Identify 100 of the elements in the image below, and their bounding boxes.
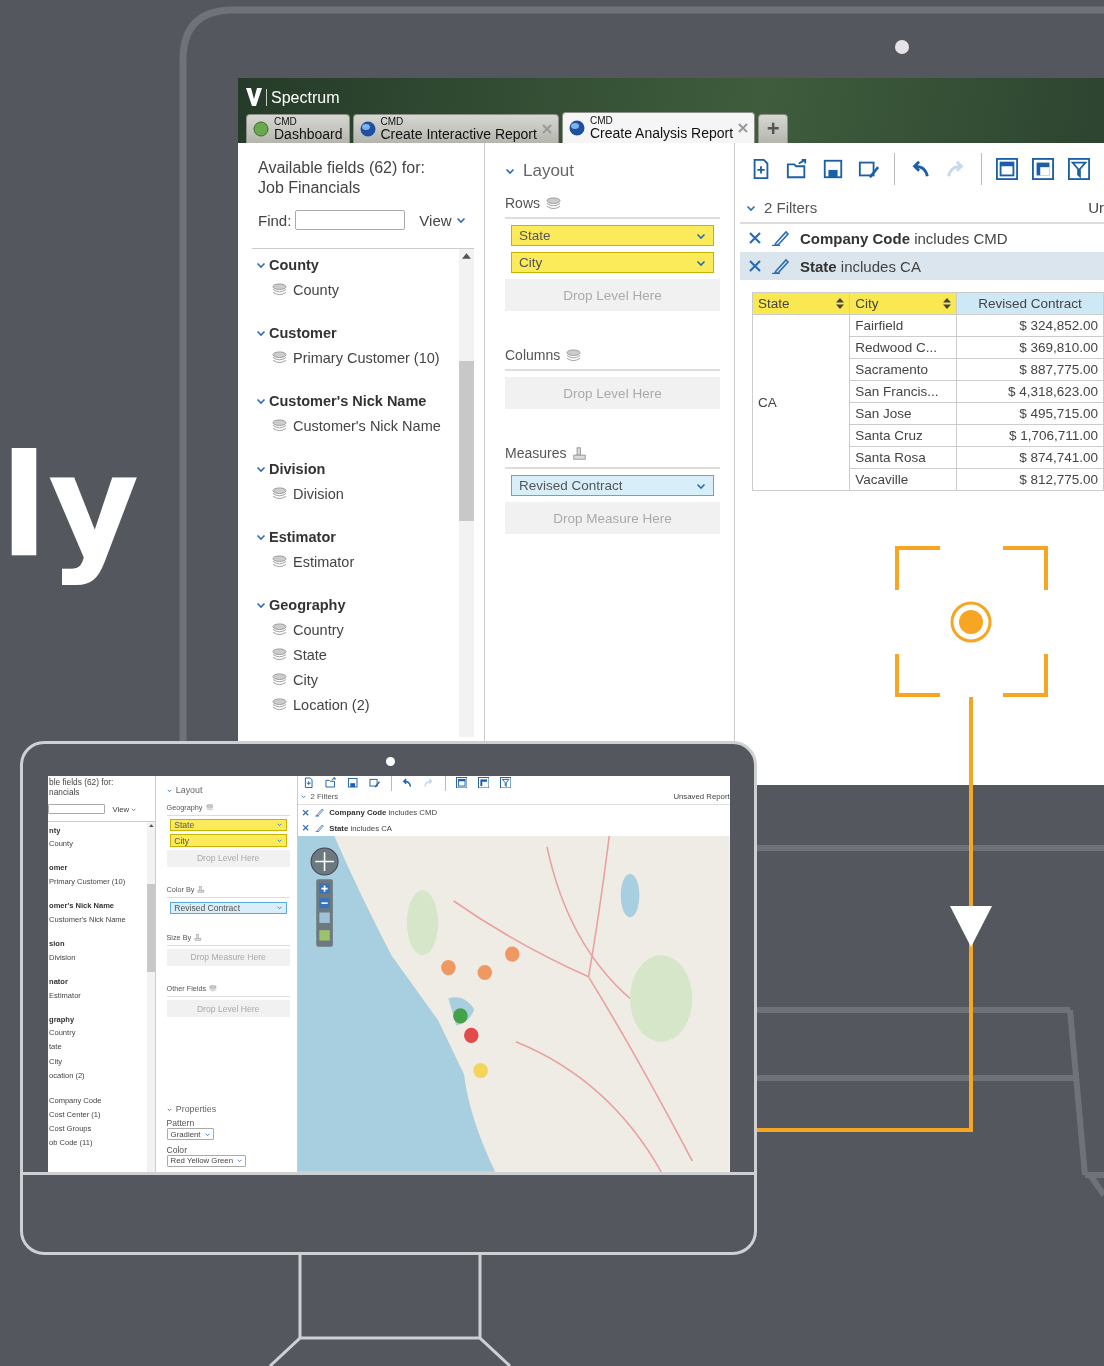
layout-section-toggle[interactable]: Layout [166, 785, 290, 796]
field-item[interactable]: Estimator [49, 990, 81, 1000]
field-item[interactable]: Division [293, 485, 344, 502]
find-field[interactable] [295, 210, 406, 230]
field-item[interactable]: Primary Customer (10) [293, 349, 440, 366]
field-item[interactable]: Cost Groups [49, 1124, 92, 1134]
measure-dropdown[interactable]: Revised Contract [169, 901, 287, 914]
table-cell: $ 1,706,711.00 [956, 424, 1104, 447]
table-layout-icon[interactable] [477, 777, 490, 789]
field-item[interactable]: Estimator [293, 553, 355, 570]
ruler-icon [194, 933, 203, 941]
field-group-header[interactable]: County [252, 253, 319, 277]
section-label: Columns [505, 347, 561, 363]
find-field[interactable] [48, 804, 106, 815]
field-item[interactable]: tate [49, 1042, 62, 1052]
field-group-header[interactable]: Customer [252, 321, 337, 345]
level-dropdown[interactable]: City [169, 834, 287, 847]
field-group-header[interactable]: nty [48, 823, 61, 837]
table-cell: $ 812,775.00 [956, 468, 1104, 491]
field-group-header[interactable]: nator [48, 975, 68, 988]
level-dropdown[interactable]: City [511, 252, 714, 273]
sort-icon[interactable] [836, 298, 845, 309]
tab[interactable]: CMD Dashboard [246, 114, 350, 143]
table-cell: $ 874,741.00 [956, 446, 1104, 469]
field-group-header[interactable]: Customer's Nick Name [252, 389, 427, 413]
scrollbar[interactable] [459, 249, 474, 737]
field-group-header[interactable]: Division [252, 457, 326, 481]
field-item[interactable]: Division [49, 952, 76, 962]
measure-dropdown[interactable]: Revised Contract [511, 475, 714, 496]
properties-toggle[interactable]: Properties [166, 1104, 217, 1115]
filter-row[interactable]: Company Code includes CMD [740, 224, 1104, 252]
field-item[interactable]: State [293, 646, 327, 663]
table-cell: $ 495,715.00 [956, 402, 1104, 425]
field-item[interactable]: County [49, 838, 73, 848]
field-item[interactable]: City [293, 671, 318, 688]
dashboard-icon [253, 121, 269, 137]
view-dropdown[interactable]: View [419, 211, 466, 229]
column-header[interactable]: City [849, 292, 957, 315]
field-item[interactable]: City [49, 1056, 62, 1066]
field-group-header[interactable]: omer's Nick Name [48, 899, 115, 913]
scroll-up-icon[interactable] [148, 823, 154, 827]
report-title: Ur [1088, 199, 1104, 216]
panel-subtitle: nancials [49, 787, 81, 798]
table-cell: Fairfield [849, 314, 957, 337]
field-item[interactable]: Company Code [49, 1096, 102, 1105]
field-item[interactable]: Customer's Nick Name [49, 914, 126, 924]
field-group-header[interactable]: sion [48, 937, 65, 951]
filter-text: State includes CA [800, 257, 921, 275]
save-icon[interactable] [822, 158, 844, 180]
tab[interactable]: CMD Create Analysis Report [561, 112, 756, 143]
folder-icon[interactable] [786, 158, 808, 180]
table-cell: San Jose [849, 402, 957, 425]
headline-text: ly [0, 430, 140, 584]
filter-row[interactable]: State includes CA [740, 252, 1104, 280]
field-item[interactable]: ob Code (11) [49, 1138, 93, 1148]
scrollbar[interactable] [147, 821, 156, 1172]
table-cell: Redwood C... [849, 336, 957, 359]
field-item[interactable]: Primary Customer (10) [49, 876, 126, 886]
property-label: Color [166, 1144, 188, 1155]
field-item[interactable]: Customer's Nick Name [293, 417, 441, 434]
pencil-icon[interactable] [772, 230, 790, 246]
chevron-icon [455, 215, 466, 225]
new-tab-button[interactable]: + [758, 114, 789, 143]
level-dropdown[interactable]: State [169, 818, 287, 832]
table-cell: CA [752, 314, 850, 491]
field-group-header[interactable]: omer [48, 861, 68, 875]
close-icon[interactable] [738, 123, 749, 133]
panel-subtitle: Job Financials [258, 178, 362, 198]
field-item[interactable]: County [293, 281, 339, 298]
chevron-icon [256, 328, 266, 338]
filter-text: Company Code includes CMD [800, 229, 1008, 247]
close-icon[interactable] [748, 259, 762, 273]
level-icon [272, 673, 287, 686]
level-icon [272, 419, 287, 432]
table-layout-icon[interactable] [1032, 158, 1054, 180]
field-group-header[interactable]: Estimator [252, 525, 336, 549]
field-group-header[interactable]: Geography [252, 593, 346, 617]
column-header[interactable]: State [752, 292, 850, 315]
layout-icon[interactable] [996, 158, 1018, 180]
field-item[interactable]: Country [293, 621, 344, 638]
sort-icon[interactable] [942, 298, 951, 309]
undo-icon[interactable] [401, 777, 413, 789]
filter-icon[interactable] [1068, 158, 1090, 180]
level-dropdown[interactable]: State [511, 225, 714, 246]
layout-section-toggle[interactable]: Layout [505, 161, 720, 181]
field-item[interactable]: ocation (2) [49, 1070, 85, 1080]
pencil-icon[interactable] [772, 258, 790, 274]
field-item[interactable]: Cost Center (1) [49, 1110, 101, 1120]
field-group-header[interactable]: graphy [48, 1013, 75, 1026]
field-item[interactable]: Country [49, 1028, 76, 1038]
tab[interactable]: CMD Create Interactive Report [352, 114, 559, 143]
field-item[interactable]: Location (2) [293, 696, 370, 713]
chevron-icon [256, 396, 266, 406]
chevron-icon [256, 600, 266, 610]
chevron-icon [256, 464, 266, 474]
map-controls-drawing[interactable] [309, 847, 339, 950]
filters-toggle[interactable]: 2 Filters [746, 199, 818, 216]
scroll-up-icon[interactable] [462, 253, 471, 259]
column-header[interactable]: Revised Contract [956, 292, 1104, 315]
close-icon[interactable] [748, 231, 762, 245]
